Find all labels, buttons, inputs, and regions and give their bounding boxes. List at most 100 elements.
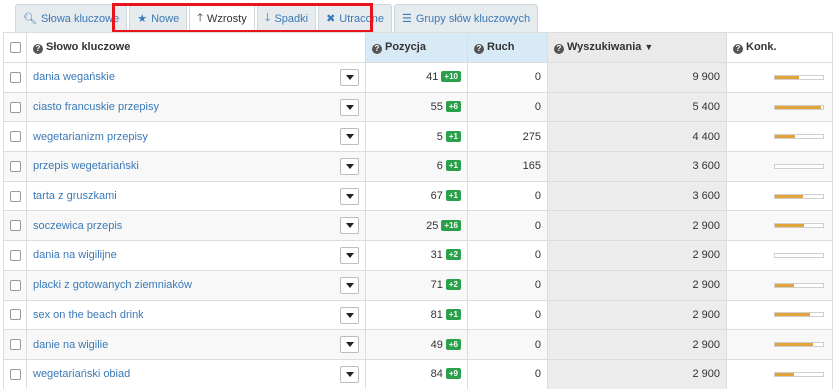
- select-all-header[interactable]: [3, 32, 27, 63]
- select-all-checkbox[interactable]: [9, 42, 21, 54]
- position-value: 81: [430, 308, 443, 321]
- traffic-cell: 165: [467, 151, 548, 182]
- row-select-cell[interactable]: [3, 359, 27, 389]
- keyword-link[interactable]: tarta z gruszkami: [33, 190, 117, 202]
- row-dropdown-button[interactable]: [340, 187, 359, 205]
- keyword-link[interactable]: wegetariański obiad: [33, 368, 130, 380]
- searches-value: 4 400: [692, 130, 720, 143]
- row-dropdown-button[interactable]: [340, 306, 359, 324]
- row-checkbox[interactable]: [9, 131, 21, 143]
- searches-value: 9 900: [692, 71, 720, 84]
- position-value: 71: [430, 279, 443, 292]
- caret-down-icon: [345, 75, 354, 80]
- keyword-link[interactable]: ciasto francuskie przepisy: [33, 101, 159, 113]
- row-select-cell[interactable]: [3, 270, 27, 301]
- tab-wzrosty[interactable]: 🡑 Wzrosty: [189, 4, 255, 32]
- position-cell: 84 +9: [365, 359, 468, 389]
- position-change-badge: +2: [445, 249, 461, 261]
- position-cell: 71 +2: [365, 270, 468, 301]
- row-dropdown-button[interactable]: [340, 217, 359, 235]
- position-value: 25: [426, 219, 439, 232]
- row-select-cell[interactable]: [3, 62, 27, 93]
- row-checkbox[interactable]: [9, 161, 21, 172]
- position-cell: 67 +1: [365, 181, 468, 212]
- tab-spadki[interactable]: 🡓 Spadki: [256, 4, 317, 32]
- row-select-cell[interactable]: [3, 181, 27, 212]
- searches-value: 2 900: [692, 308, 720, 321]
- row-dropdown-button[interactable]: [340, 128, 359, 146]
- searches-value: 3 600: [692, 160, 720, 173]
- row-select-cell[interactable]: [3, 151, 27, 182]
- row-dropdown-button[interactable]: [340, 365, 359, 383]
- row-select-cell[interactable]: [3, 329, 27, 360]
- row-checkbox[interactable]: [9, 368, 21, 380]
- searches-cell: 2 900: [547, 270, 727, 301]
- row-dropdown-button[interactable]: [340, 98, 359, 116]
- caret-down-icon: [345, 371, 354, 377]
- keyword-link[interactable]: sex on the beach drink: [33, 309, 144, 321]
- position-change-badge: +1: [445, 160, 461, 172]
- row-dropdown-button[interactable]: [340, 247, 359, 265]
- row-select-cell[interactable]: [3, 121, 27, 153]
- competition-cell: [726, 270, 833, 301]
- keyword-link[interactable]: placki z gotowanych ziemniaków: [33, 279, 192, 291]
- row-select-cell[interactable]: [3, 300, 27, 331]
- position-column-header[interactable]: ? Pozycja: [365, 32, 468, 63]
- row-dropdown-button[interactable]: [340, 158, 359, 176]
- keyword-column-header[interactable]: ? Słowo kluczowe: [26, 32, 366, 63]
- traffic-cell: 0: [467, 359, 548, 389]
- row-select-cell[interactable]: [3, 210, 27, 242]
- position-value: 41: [426, 71, 439, 84]
- position-cell: 31 +2: [365, 240, 468, 271]
- row-checkbox[interactable]: [9, 220, 21, 232]
- caret-down-icon: [345, 193, 354, 199]
- keyword-link[interactable]: dania wegańskie: [33, 71, 115, 83]
- table-row: soczewica przepis 25 +16 0 2 900: [3, 210, 833, 242]
- tab-grupy-słów-kluczowych[interactable]: ☰ Grupy słów kluczowych: [393, 4, 539, 32]
- tab-nowe[interactable]: ★ Nowe: [129, 4, 188, 32]
- keyword-link[interactable]: przepis wegetariański: [33, 160, 139, 172]
- row-checkbox[interactable]: [9, 339, 21, 351]
- tab-bar: 🔍︎ Słowa kluczowe ★ Nowe 🡑 Wzrosty 🡓 Spadki ✖ Utr…: [15, 4, 540, 32]
- row-select-cell[interactable]: [3, 92, 27, 123]
- competition-column-header[interactable]: ? Konk.: [726, 32, 833, 63]
- competition-bar-fill: [775, 313, 810, 317]
- traffic-column-header[interactable]: ? Ruch: [467, 32, 548, 63]
- row-checkbox[interactable]: [9, 309, 21, 321]
- position-value: 6: [436, 160, 443, 173]
- searches-column-header[interactable]: ? Wyszukiwania ▼: [547, 32, 727, 63]
- competition-cell: [726, 181, 833, 212]
- row-checkbox[interactable]: [9, 279, 21, 291]
- row-checkbox[interactable]: [9, 190, 21, 202]
- keyword-link[interactable]: soczewica przepis: [33, 220, 122, 232]
- row-checkbox[interactable]: [9, 71, 21, 83]
- row-dropdown-button[interactable]: [340, 276, 359, 294]
- position-value: 49: [430, 338, 443, 351]
- table-row: tarta z gruszkami 67 +1 0 3 600: [3, 181, 833, 212]
- position-value: 67: [430, 190, 443, 203]
- keyword-link[interactable]: wegetarianizm przepisy: [33, 131, 148, 143]
- row-checkbox[interactable]: [9, 101, 21, 113]
- caret-down-icon: [345, 282, 354, 288]
- caret-down-icon: [345, 342, 354, 348]
- row-checkbox[interactable]: [9, 250, 21, 262]
- caret-down-icon: [345, 253, 354, 259]
- caret-down-icon: [345, 223, 354, 229]
- tab-label: Grupy słów kluczowych: [415, 12, 531, 25]
- tab-utracone[interactable]: ✖ Utracone: [318, 4, 392, 32]
- question-icon: ?: [554, 44, 564, 54]
- question-icon: ?: [733, 44, 743, 54]
- searches-cell: 2 900: [547, 329, 727, 360]
- traffic-header-label: Ruch: [487, 41, 515, 53]
- keyword-link[interactable]: danie na wigilie: [33, 339, 108, 351]
- row-select-cell[interactable]: [3, 240, 27, 271]
- searches-cell: 5 400: [547, 92, 727, 123]
- star-icon: ★: [137, 13, 148, 25]
- keyword-link[interactable]: dania na wigilijne: [33, 249, 117, 261]
- tab-słowa-kluczowe[interactable]: 🔍︎ Słowa kluczowe: [15, 4, 128, 32]
- position-change-badge: +1: [445, 308, 461, 320]
- searches-cell: 4 400: [547, 121, 727, 153]
- row-dropdown-button[interactable]: [340, 336, 359, 354]
- row-dropdown-button[interactable]: [340, 69, 359, 86]
- keyword-cell: przepis wegetariański: [26, 151, 366, 182]
